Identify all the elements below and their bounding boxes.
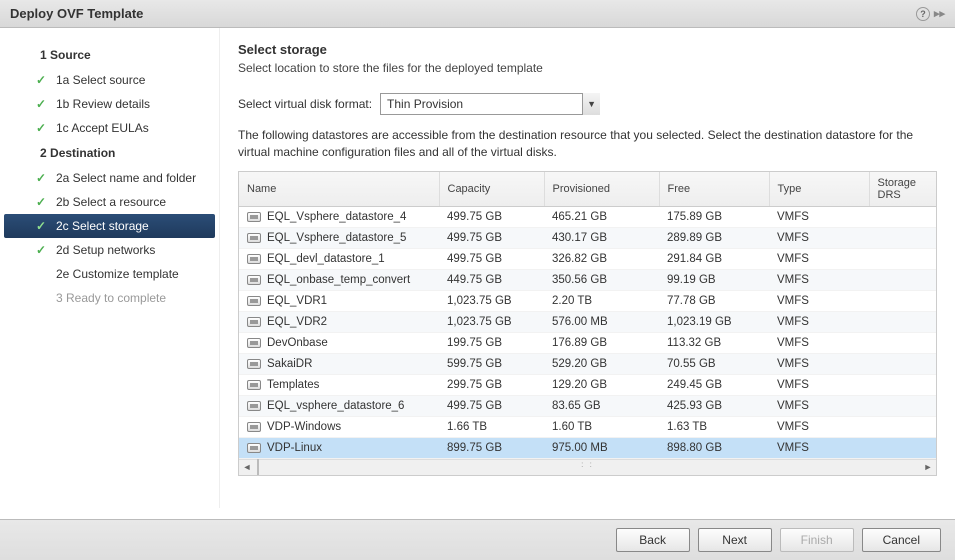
page-subtitle: Select location to store the files for t… (238, 61, 937, 75)
datastore-icon (247, 212, 261, 222)
sidebar-item-select-source[interactable]: ✓1a Select source (0, 68, 219, 92)
disk-format-select[interactable]: Thin Provision ▼ (380, 93, 600, 115)
sidebar-item-ready-complete: ✓3 Ready to complete (0, 286, 219, 310)
sidebar-item-select-name-folder[interactable]: ✓2a Select name and folder (0, 166, 219, 190)
datastore-description: The following datastores are accessible … (238, 127, 937, 161)
datastore-icon (247, 380, 261, 390)
col-provisioned[interactable]: Provisioned (544, 172, 659, 207)
table-row[interactable]: DevOnbase199.75 GB176.89 GB113.32 GBVMFS (239, 332, 936, 353)
table-row[interactable]: VDP-Windows1.66 TB1.60 TB1.63 TBVMFS (239, 416, 936, 437)
page-title: Select storage (238, 42, 937, 57)
sidebar-item-review-details[interactable]: ✓1b Review details (0, 92, 219, 116)
table-row[interactable]: EQL_onbase_temp_convert449.75 GB350.56 G… (239, 269, 936, 290)
datastore-icon (247, 275, 261, 285)
col-capacity[interactable]: Capacity (439, 172, 544, 207)
table-row[interactable]: Templates299.75 GB129.20 GB249.45 GBVMFS (239, 374, 936, 395)
main-panel: Select storage Select location to store … (220, 28, 955, 508)
finish-button: Finish (780, 528, 854, 552)
table-row[interactable]: EQL_VDR11,023.75 GB2.20 TB77.78 GBVMFS (239, 290, 936, 311)
col-storage-drs[interactable]: Storage DRS (869, 172, 936, 207)
disk-format-label: Select virtual disk format: (238, 97, 372, 111)
footer: Back Next Finish Cancel (0, 519, 955, 560)
table-row[interactable]: VDP-Linux899.75 GB975.00 MB898.80 GBVMFS (239, 437, 936, 458)
expand-icon[interactable]: ▸▸ (934, 7, 945, 20)
help-icon[interactable]: ? (916, 7, 930, 21)
datastore-icon (247, 317, 261, 327)
table-row[interactable]: EQL_Vsphere_datastore_5499.75 GB430.17 G… (239, 227, 936, 248)
titlebar: Deploy OVF Template ? ▸▸ (0, 0, 955, 28)
sidebar-item-select-resource[interactable]: ✓2b Select a resource (0, 190, 219, 214)
datastore-icon (247, 422, 261, 432)
table-row[interactable]: SakaiDR599.75 GB529.20 GB70.55 GBVMFS (239, 353, 936, 374)
sidebar-item-accept-eulas[interactable]: ✓1c Accept EULAs (0, 116, 219, 140)
table-row[interactable]: EQL_vsphere_datastore_6499.75 GB83.65 GB… (239, 395, 936, 416)
sidebar-item-customize-template[interactable]: ✓2e Customize template (0, 262, 219, 286)
col-name[interactable]: Name (239, 172, 439, 207)
horizontal-scrollbar[interactable]: ◄ : : ► (239, 459, 936, 475)
col-type[interactable]: Type (769, 172, 869, 207)
datastore-icon (247, 254, 261, 264)
col-free[interactable]: Free (659, 172, 769, 207)
sidebar-section-source[interactable]: ✓1 Source (0, 42, 219, 68)
datastore-icon (247, 359, 261, 369)
next-button[interactable]: Next (698, 528, 772, 552)
chevron-down-icon[interactable]: ▼ (582, 93, 600, 115)
datastore-icon (247, 296, 261, 306)
wizard-sidebar: ✓1 Source ✓1a Select source ✓1b Review d… (0, 28, 220, 508)
sidebar-item-setup-networks[interactable]: ✓2d Setup networks (0, 238, 219, 262)
table-row[interactable]: EQL_devl_datastore_1499.75 GB326.82 GB29… (239, 248, 936, 269)
back-button[interactable]: Back (616, 528, 690, 552)
table-row[interactable]: EQL_Vsphere_datastore_4499.75 GB465.21 G… (239, 206, 936, 227)
cancel-button[interactable]: Cancel (862, 528, 941, 552)
datastore-icon (247, 233, 261, 243)
datastore-icon (247, 401, 261, 411)
table-row[interactable]: EQL_VDR21,023.75 GB576.00 MB1,023.19 GBV… (239, 311, 936, 332)
datastore-icon (247, 338, 261, 348)
datastore-table: Name Capacity Provisioned Free Type Stor… (238, 171, 937, 476)
sidebar-item-select-storage[interactable]: ✓2c Select storage (4, 214, 215, 238)
window-title: Deploy OVF Template (10, 6, 143, 21)
sidebar-section-destination[interactable]: ✓2 Destination (0, 140, 219, 166)
datastore-icon (247, 443, 261, 453)
